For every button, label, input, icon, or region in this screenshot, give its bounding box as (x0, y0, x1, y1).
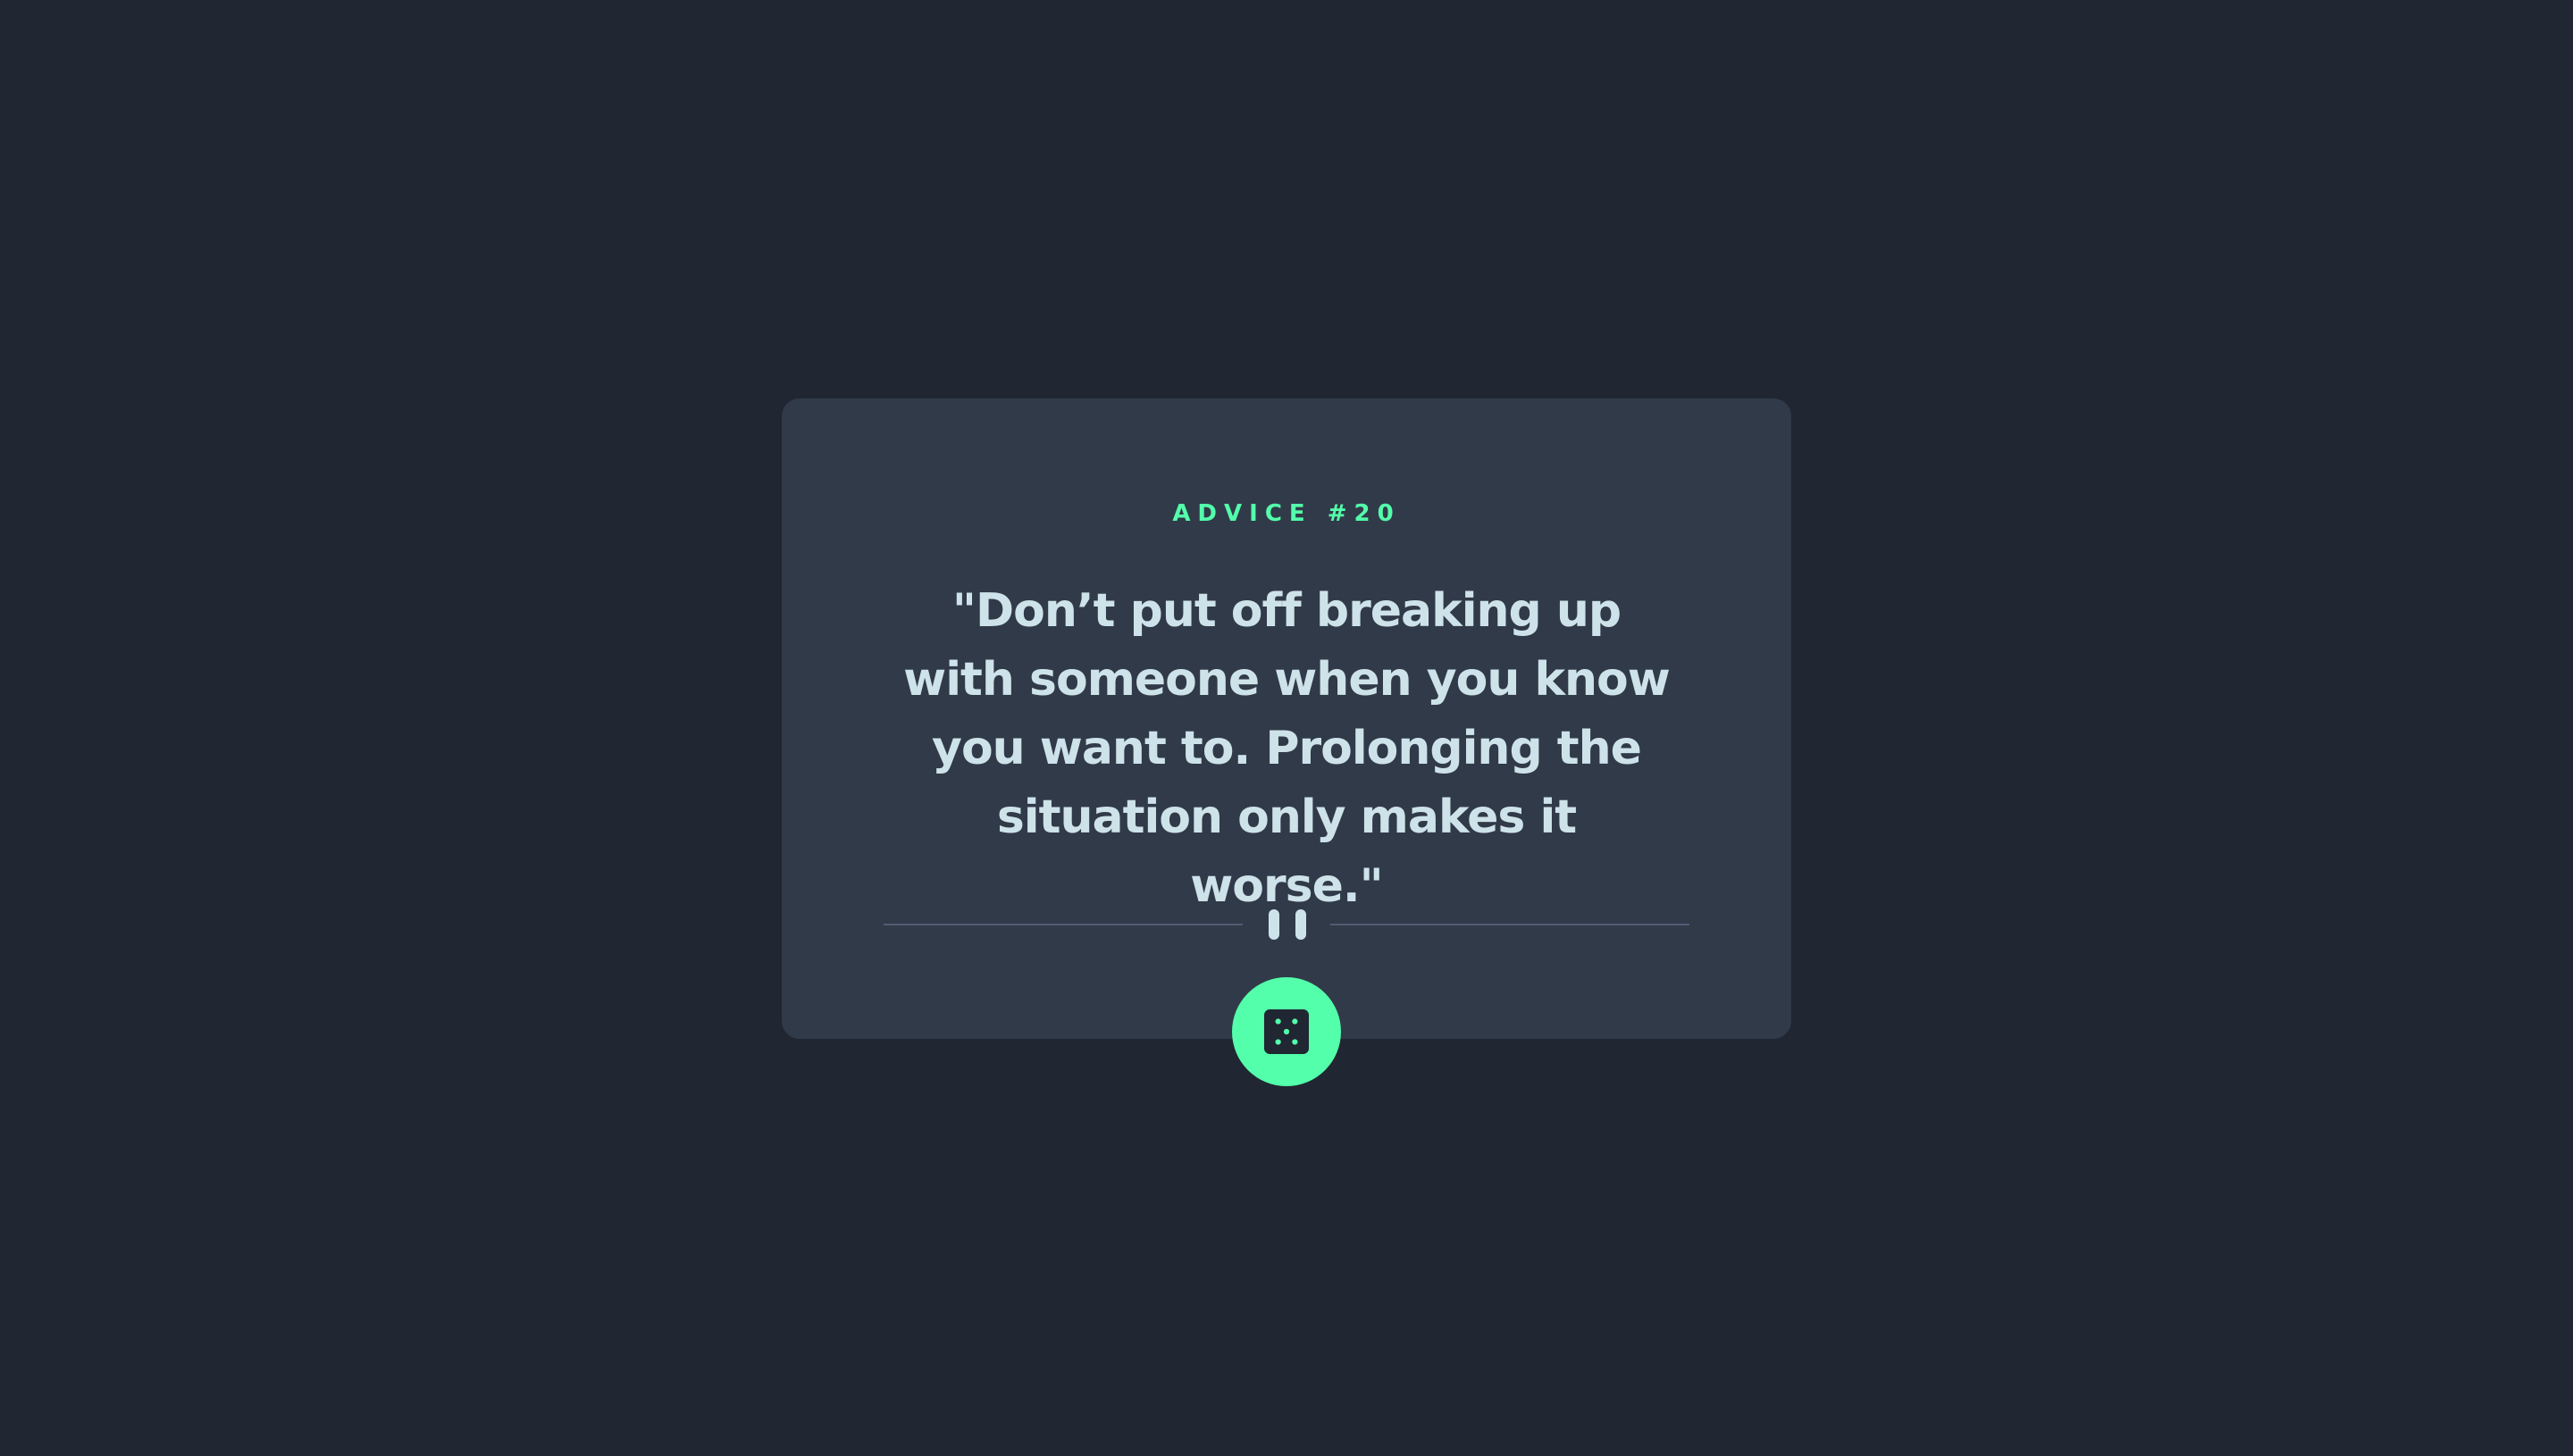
advice-quote: "Don’t put off breaking up with someone … (903, 584, 1671, 913)
advice-number-label: ADVICE #20 (1172, 500, 1401, 527)
generate-advice-button[interactable] (1232, 977, 1341, 1086)
advice-card: ADVICE #20 "Don’t put off breaking up wi… (782, 398, 1791, 1039)
divider-line-left (884, 924, 1243, 925)
divider-line-right (1330, 924, 1689, 925)
pause-bar-left (1269, 909, 1279, 940)
dice-icon (1264, 1009, 1309, 1054)
pause-bar-right (1295, 909, 1306, 940)
divider (884, 908, 1689, 941)
pause-icon (1269, 908, 1306, 941)
